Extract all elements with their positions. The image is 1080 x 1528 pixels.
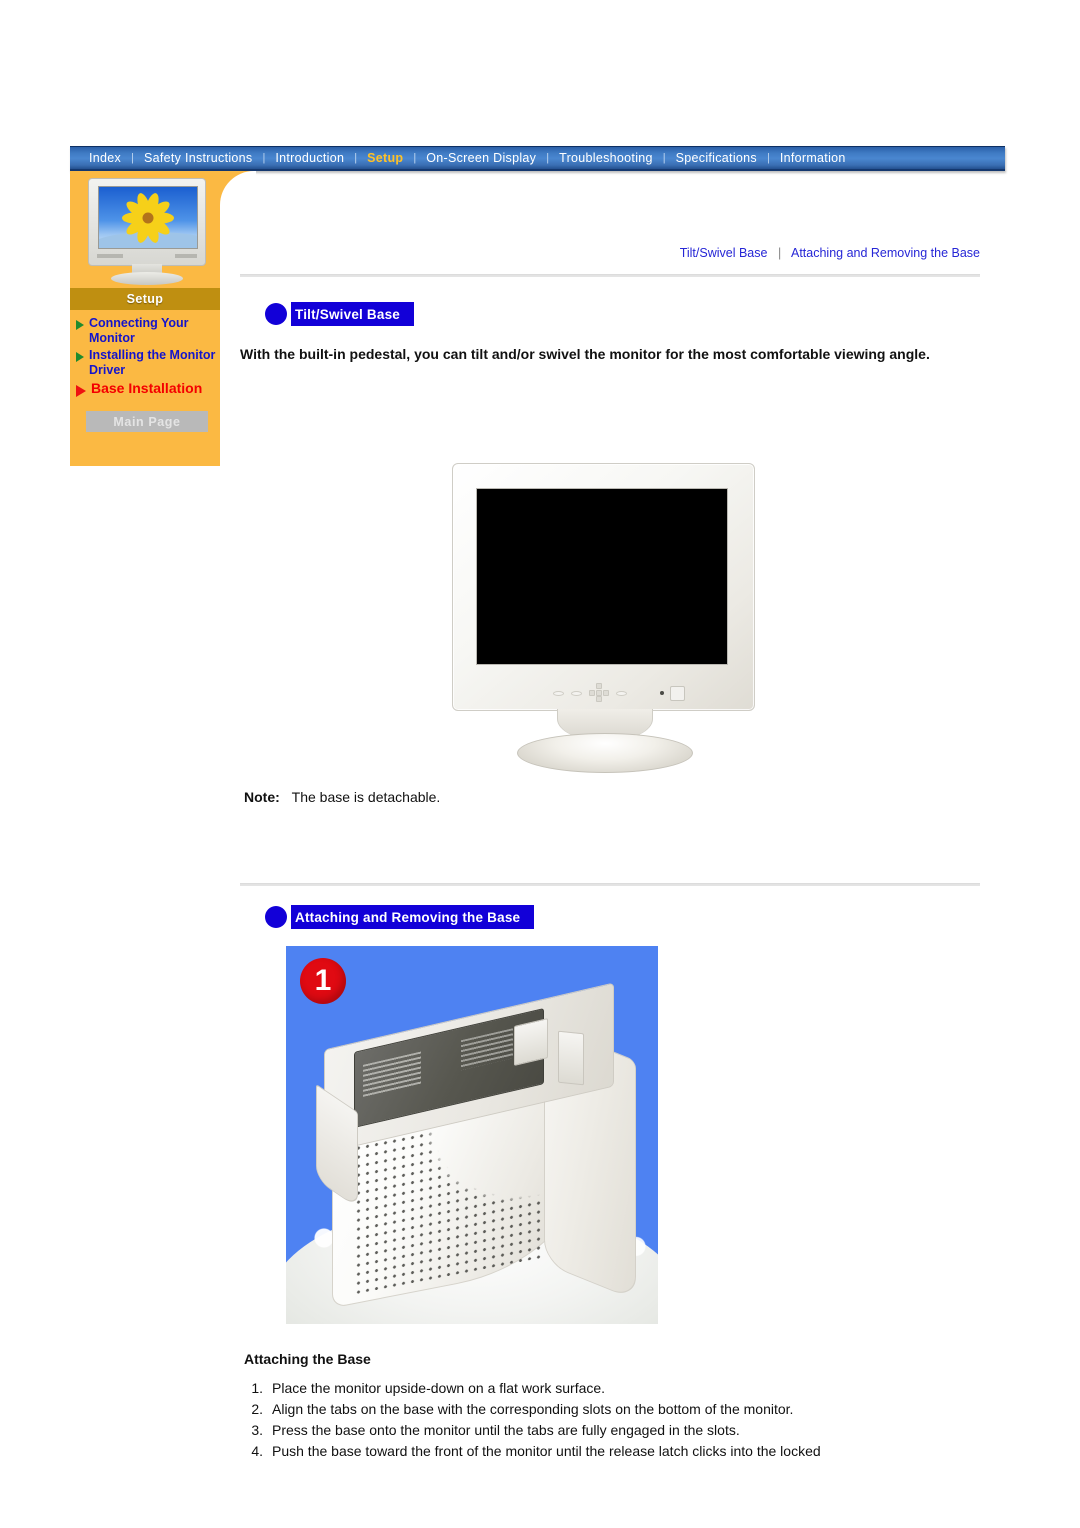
step-number: 2.: [251, 1401, 263, 1417]
nav-item-introduction[interactable]: Introduction: [266, 152, 353, 165]
monitor-tab-slot: [558, 1030, 584, 1086]
nav-item-specifications[interactable]: Specifications: [667, 152, 766, 165]
nav-item-on-screen-display[interactable]: On-Screen Display: [417, 152, 545, 165]
list-item: 2. Align the tabs on the base with the c…: [244, 1399, 980, 1420]
sidebar-item-connecting-your-monitor[interactable]: Connecting Your Monitor: [76, 316, 226, 346]
section-banner-attaching-removing-base: Attaching and Removing the Base: [265, 905, 535, 929]
divider-top: [240, 274, 980, 277]
nav-item-index[interactable]: Index: [80, 152, 130, 165]
monitor-base: [516, 733, 693, 773]
triangle-bullet-active-icon: [76, 385, 86, 397]
breadcrumb-separator: |: [777, 246, 782, 260]
sidebar-item-label: Connecting Your Monitor: [89, 316, 189, 345]
monitor-thumbnail-image: [88, 178, 206, 285]
sidebar-item-installing-the-monitor-driver[interactable]: Installing the Monitor Driver: [76, 348, 226, 378]
tilt-swivel-lead-text: With the built-in pedestal, you can tilt…: [240, 346, 930, 362]
list-item: 4. Push the base toward the front of the…: [244, 1441, 980, 1462]
attaching-steps-list: 1. Place the monitor upside-down on a fl…: [244, 1378, 980, 1462]
nav-item-setup[interactable]: Setup: [358, 152, 412, 165]
sidebar-link-list: Connecting Your Monitor Installing the M…: [76, 316, 226, 399]
list-item: 1. Place the monitor upside-down on a fl…: [244, 1378, 980, 1399]
step-number: 3.: [251, 1422, 263, 1438]
note-label: Note:: [244, 789, 280, 805]
power-button-icon: [670, 685, 685, 701]
section-heading: Attaching and Removing the Base: [291, 905, 535, 929]
step-text: Place the monitor upside-down on a flat …: [272, 1380, 606, 1396]
step-number-badge: 1: [300, 958, 346, 1004]
main-page-button[interactable]: Main Page: [86, 411, 208, 432]
section-banner-tilt-swivel-base: Tilt/Swivel Base: [265, 302, 414, 326]
monitor-screen: [476, 488, 728, 665]
triangle-bullet-icon: [76, 320, 84, 330]
control-button-icon: [553, 690, 564, 696]
step-text: Align the tabs on the base with the corr…: [272, 1401, 794, 1417]
breadcrumb: Tilt/Swivel Base | Attaching and Removin…: [240, 246, 980, 260]
control-button-icon: [616, 690, 627, 696]
sunflower-icon: [121, 191, 175, 244]
breadcrumb-link-attaching-removing-base[interactable]: Attaching and Removing the Base: [791, 246, 980, 260]
control-button-icon: [571, 690, 582, 696]
monitor-underside-photo: 1: [286, 946, 658, 1324]
sidebar-item-label: Installing the Monitor Driver: [89, 348, 216, 377]
monitor-tab-slot: [514, 1018, 548, 1066]
thumbnail-brand-strip: [97, 254, 197, 260]
note-line: Note: The base is detachable.: [244, 789, 440, 805]
bullet-circle-icon: [265, 303, 287, 325]
nav-item-troubleshooting[interactable]: Troubleshooting: [550, 152, 662, 165]
monitor-front-photo: [452, 463, 757, 773]
monitor-bezel: [452, 463, 755, 711]
step-text: Push the base toward the front of the mo…: [272, 1443, 821, 1459]
divider-middle: [240, 883, 980, 886]
thumbnail-monitor-base: [111, 272, 183, 285]
monitor-control-panel: [553, 683, 698, 703]
upside-down-monitor: [306, 982, 636, 1309]
triangle-bullet-icon: [76, 352, 84, 362]
step-text: Press the base onto the monitor until th…: [272, 1422, 740, 1438]
breadcrumb-link-tilt-swivel-base[interactable]: Tilt/Swivel Base: [680, 246, 768, 260]
nav-item-safety-instructions[interactable]: Safety Instructions: [135, 152, 262, 165]
nav-item-information[interactable]: Information: [771, 152, 855, 165]
power-led-icon: [660, 691, 664, 695]
top-navigation-bar: Index | Safety Instructions | Introducti…: [70, 146, 1005, 171]
step-number: 4.: [251, 1443, 263, 1459]
step-number: 1.: [251, 1380, 263, 1396]
note-text: The base is detachable.: [291, 789, 441, 805]
sidebar-corner-notch: [220, 171, 256, 211]
dpad-icon: [589, 683, 609, 703]
section-heading: Tilt/Swivel Base: [291, 302, 414, 326]
bullet-circle-icon: [265, 906, 287, 928]
thumbnail-screen: [98, 186, 198, 249]
list-item: 3. Press the base onto the monitor until…: [244, 1420, 980, 1441]
attaching-the-base-subheading: Attaching the Base: [244, 1351, 371, 1367]
sidebar-item-label: Base Installation: [91, 380, 203, 396]
thumbnail-monitor-body: [88, 178, 206, 266]
sidebar-section-title: Setup: [70, 288, 220, 310]
sidebar-item-base-installation[interactable]: Base Installation: [76, 380, 226, 397]
